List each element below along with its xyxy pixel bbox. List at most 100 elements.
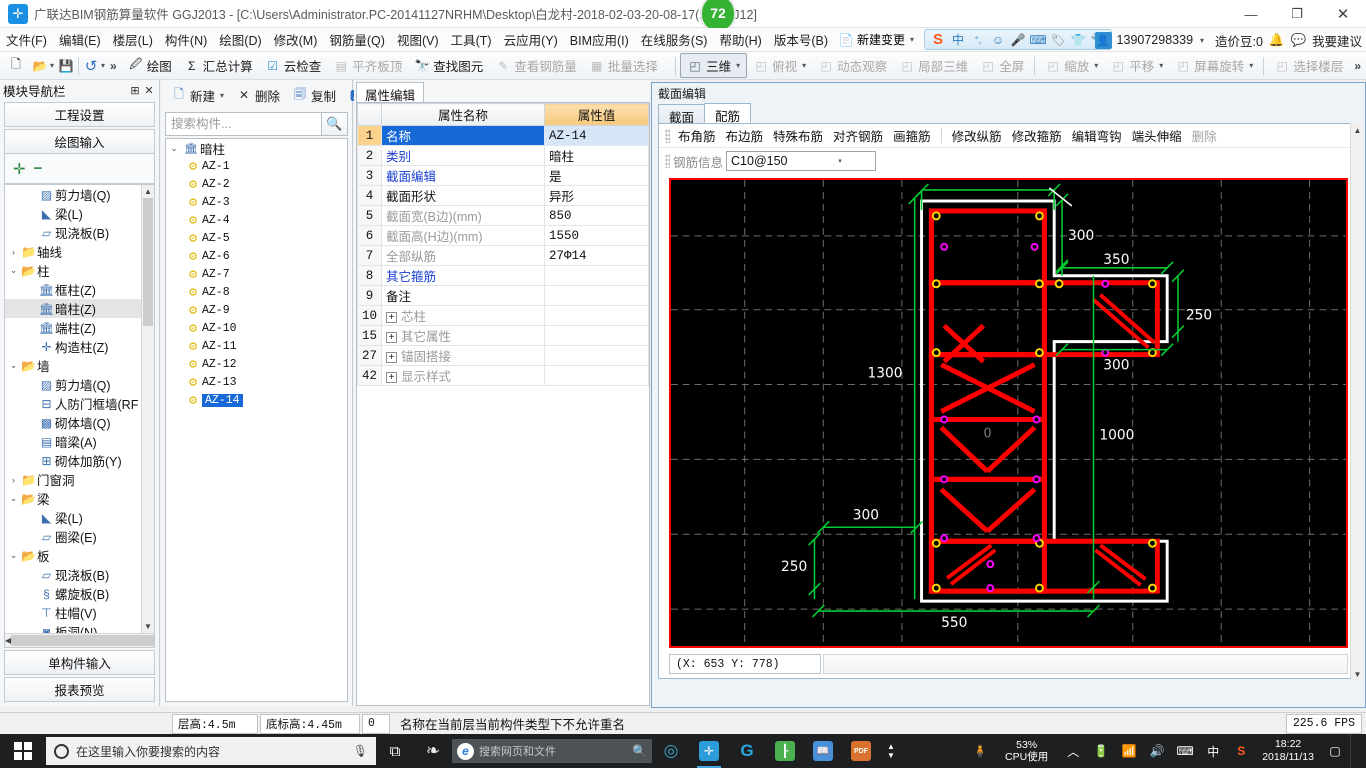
hscroll-thumb[interactable] xyxy=(11,635,154,646)
component-item-AZ-4[interactable]: ⚙ AZ-4 xyxy=(166,211,347,229)
remove-module-icon[interactable]: − xyxy=(34,160,43,177)
suggestion-label[interactable]: 我要建议 xyxy=(1312,31,1362,50)
rebar-tool-1[interactable]: 布边筋 xyxy=(721,124,769,147)
taskbar-search-box[interactable]: 在这里输入你要搜索的内容 🎙 xyxy=(46,737,376,765)
menu-item-13[interactable]: 版本号(B) xyxy=(768,27,834,52)
people-icon[interactable]: 🧍 xyxy=(967,734,993,768)
view-button-8[interactable]: ◰ 选择楼层 xyxy=(1268,54,1349,77)
app-spiral-icon[interactable]: ◎ xyxy=(652,734,690,768)
ime-keyboard-icon[interactable]: ⌨ xyxy=(1029,32,1046,48)
battery-icon[interactable]: 🔋 xyxy=(1088,734,1114,768)
properties-table-container[interactable]: 属性名称 属性值 1 名称 AZ-14 2 类别 暗柱 3 截面编辑 是 4 截面形状 异形 5 截面宽(… xyxy=(356,102,650,706)
property-value[interactable]: 是 xyxy=(544,165,649,186)
toolbar-button-2[interactable]: ☑ 云检查 xyxy=(259,54,328,77)
taskbar-scroll-arrows[interactable]: ▲ ▼ xyxy=(880,734,902,768)
scroll-thumb[interactable] xyxy=(143,198,153,326)
component-item-AZ-6[interactable]: ⚙ AZ-6 xyxy=(166,247,347,265)
property-value[interactable] xyxy=(544,265,649,286)
add-module-icon[interactable]: ✛ xyxy=(13,160,26,178)
component-item-AZ-11[interactable]: ⚙ AZ-11 xyxy=(166,337,347,355)
view-button-4[interactable]: ◰ 全屏 xyxy=(974,54,1030,77)
nav-tree-item-11[interactable]: ⊟ 人防门框墙(RF xyxy=(5,394,141,413)
edge-search-bar[interactable]: e 搜索网页和文件 🔍 xyxy=(452,739,652,763)
app-pdf-icon[interactable]: PDF xyxy=(842,734,880,768)
expander-icon[interactable]: ⌄ xyxy=(7,493,20,504)
nav-tree-item-10[interactable]: ▨ 剪力墙(Q) xyxy=(5,375,141,394)
expander-icon[interactable]: ⌄ xyxy=(7,265,20,276)
scroll-up-icon[interactable]: ▲ xyxy=(142,185,154,198)
property-row-0[interactable]: 1 名称 AZ-14 xyxy=(357,125,649,146)
expander-icon[interactable]: ⌄ xyxy=(7,550,20,561)
property-row-5[interactable]: 6 截面高(H边)(mm) 1550 xyxy=(357,225,649,246)
component-item-AZ-10[interactable]: ⚙ AZ-10 xyxy=(166,319,347,337)
ime-cn-icon[interactable]: 中 xyxy=(1200,734,1226,768)
menu-item-4[interactable]: 绘图(D) xyxy=(213,27,267,52)
section-tab-0[interactable]: 截面 xyxy=(658,104,706,125)
nav-tree-vertical-scrollbar[interactable]: ▲ ▼ xyxy=(141,185,154,633)
property-row-4[interactable]: 5 截面宽(B边)(mm) 850 xyxy=(357,205,649,226)
nav-tree-item-7[interactable]: 🏛 端柱(Z) xyxy=(5,318,141,337)
search-input[interactable]: 搜索构件... xyxy=(165,112,322,136)
component-item-AZ-12[interactable]: ⚙ AZ-12 xyxy=(166,355,347,373)
expander-icon[interactable]: ⌄ xyxy=(7,360,20,371)
show-desktop-button[interactable] xyxy=(1350,734,1362,768)
property-row-8[interactable]: 9 备注 xyxy=(357,285,649,306)
keyboard-icon[interactable]: ⌨ xyxy=(1172,734,1198,768)
chevron-down-icon[interactable]: ▾ xyxy=(1094,61,1098,70)
rebar-tool-3[interactable]: 对齐钢筋 xyxy=(828,124,888,147)
nav-tree-item-4[interactable]: ⌄ 📂 柱 xyxy=(5,261,141,280)
toolbar-grip-icon[interactable] xyxy=(665,128,670,143)
property-row-9[interactable]: 10 + 芯柱 xyxy=(357,305,649,326)
wifi-icon[interactable]: 📶 xyxy=(1116,734,1142,768)
nav-tree-item-23[interactable]: ◙ 板洞(N) xyxy=(5,622,141,634)
inforow-grip-icon[interactable] xyxy=(665,154,670,168)
property-value[interactable] xyxy=(544,305,649,326)
component-item-AZ-3[interactable]: ⚙ AZ-3 xyxy=(166,193,347,211)
nav-tree-item-14[interactable]: ⊞ 砌体加筋(Y) xyxy=(5,451,141,470)
toolbar-view-overflow-icon[interactable]: » xyxy=(1349,59,1366,73)
minimize-button[interactable]: — xyxy=(1228,0,1274,28)
view-button-1[interactable]: ◰ 俯视 ▾ xyxy=(747,54,812,77)
ime-chinese-icon[interactable]: 中 xyxy=(950,32,966,48)
clock[interactable]: 18:22 2018/11/13 xyxy=(1262,738,1314,764)
property-row-2[interactable]: 3 截面编辑 是 xyxy=(357,165,649,186)
component-item-AZ-5[interactable]: ⚙ AZ-5 xyxy=(166,229,347,247)
expander-icon[interactable]: › xyxy=(7,247,20,257)
property-value[interactable]: 850 xyxy=(544,205,649,226)
open-chevron-icon[interactable]: ▾ xyxy=(50,61,54,70)
menu-item-5[interactable]: 修改(M) xyxy=(268,27,324,52)
feedback-icon[interactable]: 💬 xyxy=(1290,32,1307,49)
menu-item-10[interactable]: BIM应用(I) xyxy=(564,27,635,52)
notification-icon[interactable]: ▢ xyxy=(1322,734,1348,768)
component-item-AZ-1[interactable]: ⚙ AZ-1 xyxy=(166,157,347,175)
component-item-AZ-2[interactable]: ⚙ AZ-2 xyxy=(166,175,347,193)
chevron-up-icon[interactable]: ︿ xyxy=(1060,734,1086,768)
close-button[interactable]: ✕ xyxy=(1320,0,1366,28)
rebar-tool-2[interactable]: 特殊布筋 xyxy=(768,124,828,147)
expand-icon[interactable]: + xyxy=(386,352,397,364)
pin-icon[interactable]: ⊞ xyxy=(128,84,142,97)
volume-icon[interactable]: 🔊 xyxy=(1144,734,1170,768)
rebar-tool-7[interactable]: 编辑弯钩 xyxy=(1067,124,1127,147)
user-avatar-icon[interactable]: 👤 xyxy=(1094,31,1112,49)
ime-toolbar[interactable]: S 中 °, ☺ 🎤 ⌨ 🏷 👕 🔧 xyxy=(924,29,1113,50)
view-button-6[interactable]: ◰ 平移 ▾ xyxy=(1104,54,1169,77)
view-button-2[interactable]: ◰ 动态观察 xyxy=(812,54,893,77)
property-row-3[interactable]: 4 截面形状 异形 xyxy=(357,185,649,206)
chevron-down-icon[interactable]: ▾ xyxy=(220,91,224,100)
nav-tree-item-20[interactable]: ▱ 现浇板(B) xyxy=(5,565,141,584)
section-tab-1[interactable]: 配筋 xyxy=(704,103,752,124)
component-toolbar-button-2[interactable]: 🗐 复制 xyxy=(286,84,342,107)
maximize-button[interactable]: ❐ xyxy=(1274,0,1320,28)
ime-mic-icon[interactable]: 🎤 xyxy=(1010,32,1026,48)
nav-tree-item-8[interactable]: ✛ 构造柱(Z) xyxy=(5,337,141,356)
chevron-down-icon[interactable]: ▾ xyxy=(736,61,740,70)
open-folder-icon[interactable]: 📂 xyxy=(32,58,48,74)
component-toolbar-button-1[interactable]: ✕ 删除 xyxy=(230,84,286,107)
property-row-7[interactable]: 8 其它箍筋 xyxy=(357,265,649,286)
nav-button-project-settings[interactable]: 工程设置 xyxy=(4,102,155,127)
property-value[interactable] xyxy=(544,345,649,366)
nav-button-single-component-input[interactable]: 单构件输入 xyxy=(4,650,155,675)
nav-tree-item-12[interactable]: ▩ 砌体墙(Q) xyxy=(5,413,141,432)
section-drawing-canvas[interactable]: 300 350 250 300 1300 1000 300 250 550 0 xyxy=(669,178,1348,648)
